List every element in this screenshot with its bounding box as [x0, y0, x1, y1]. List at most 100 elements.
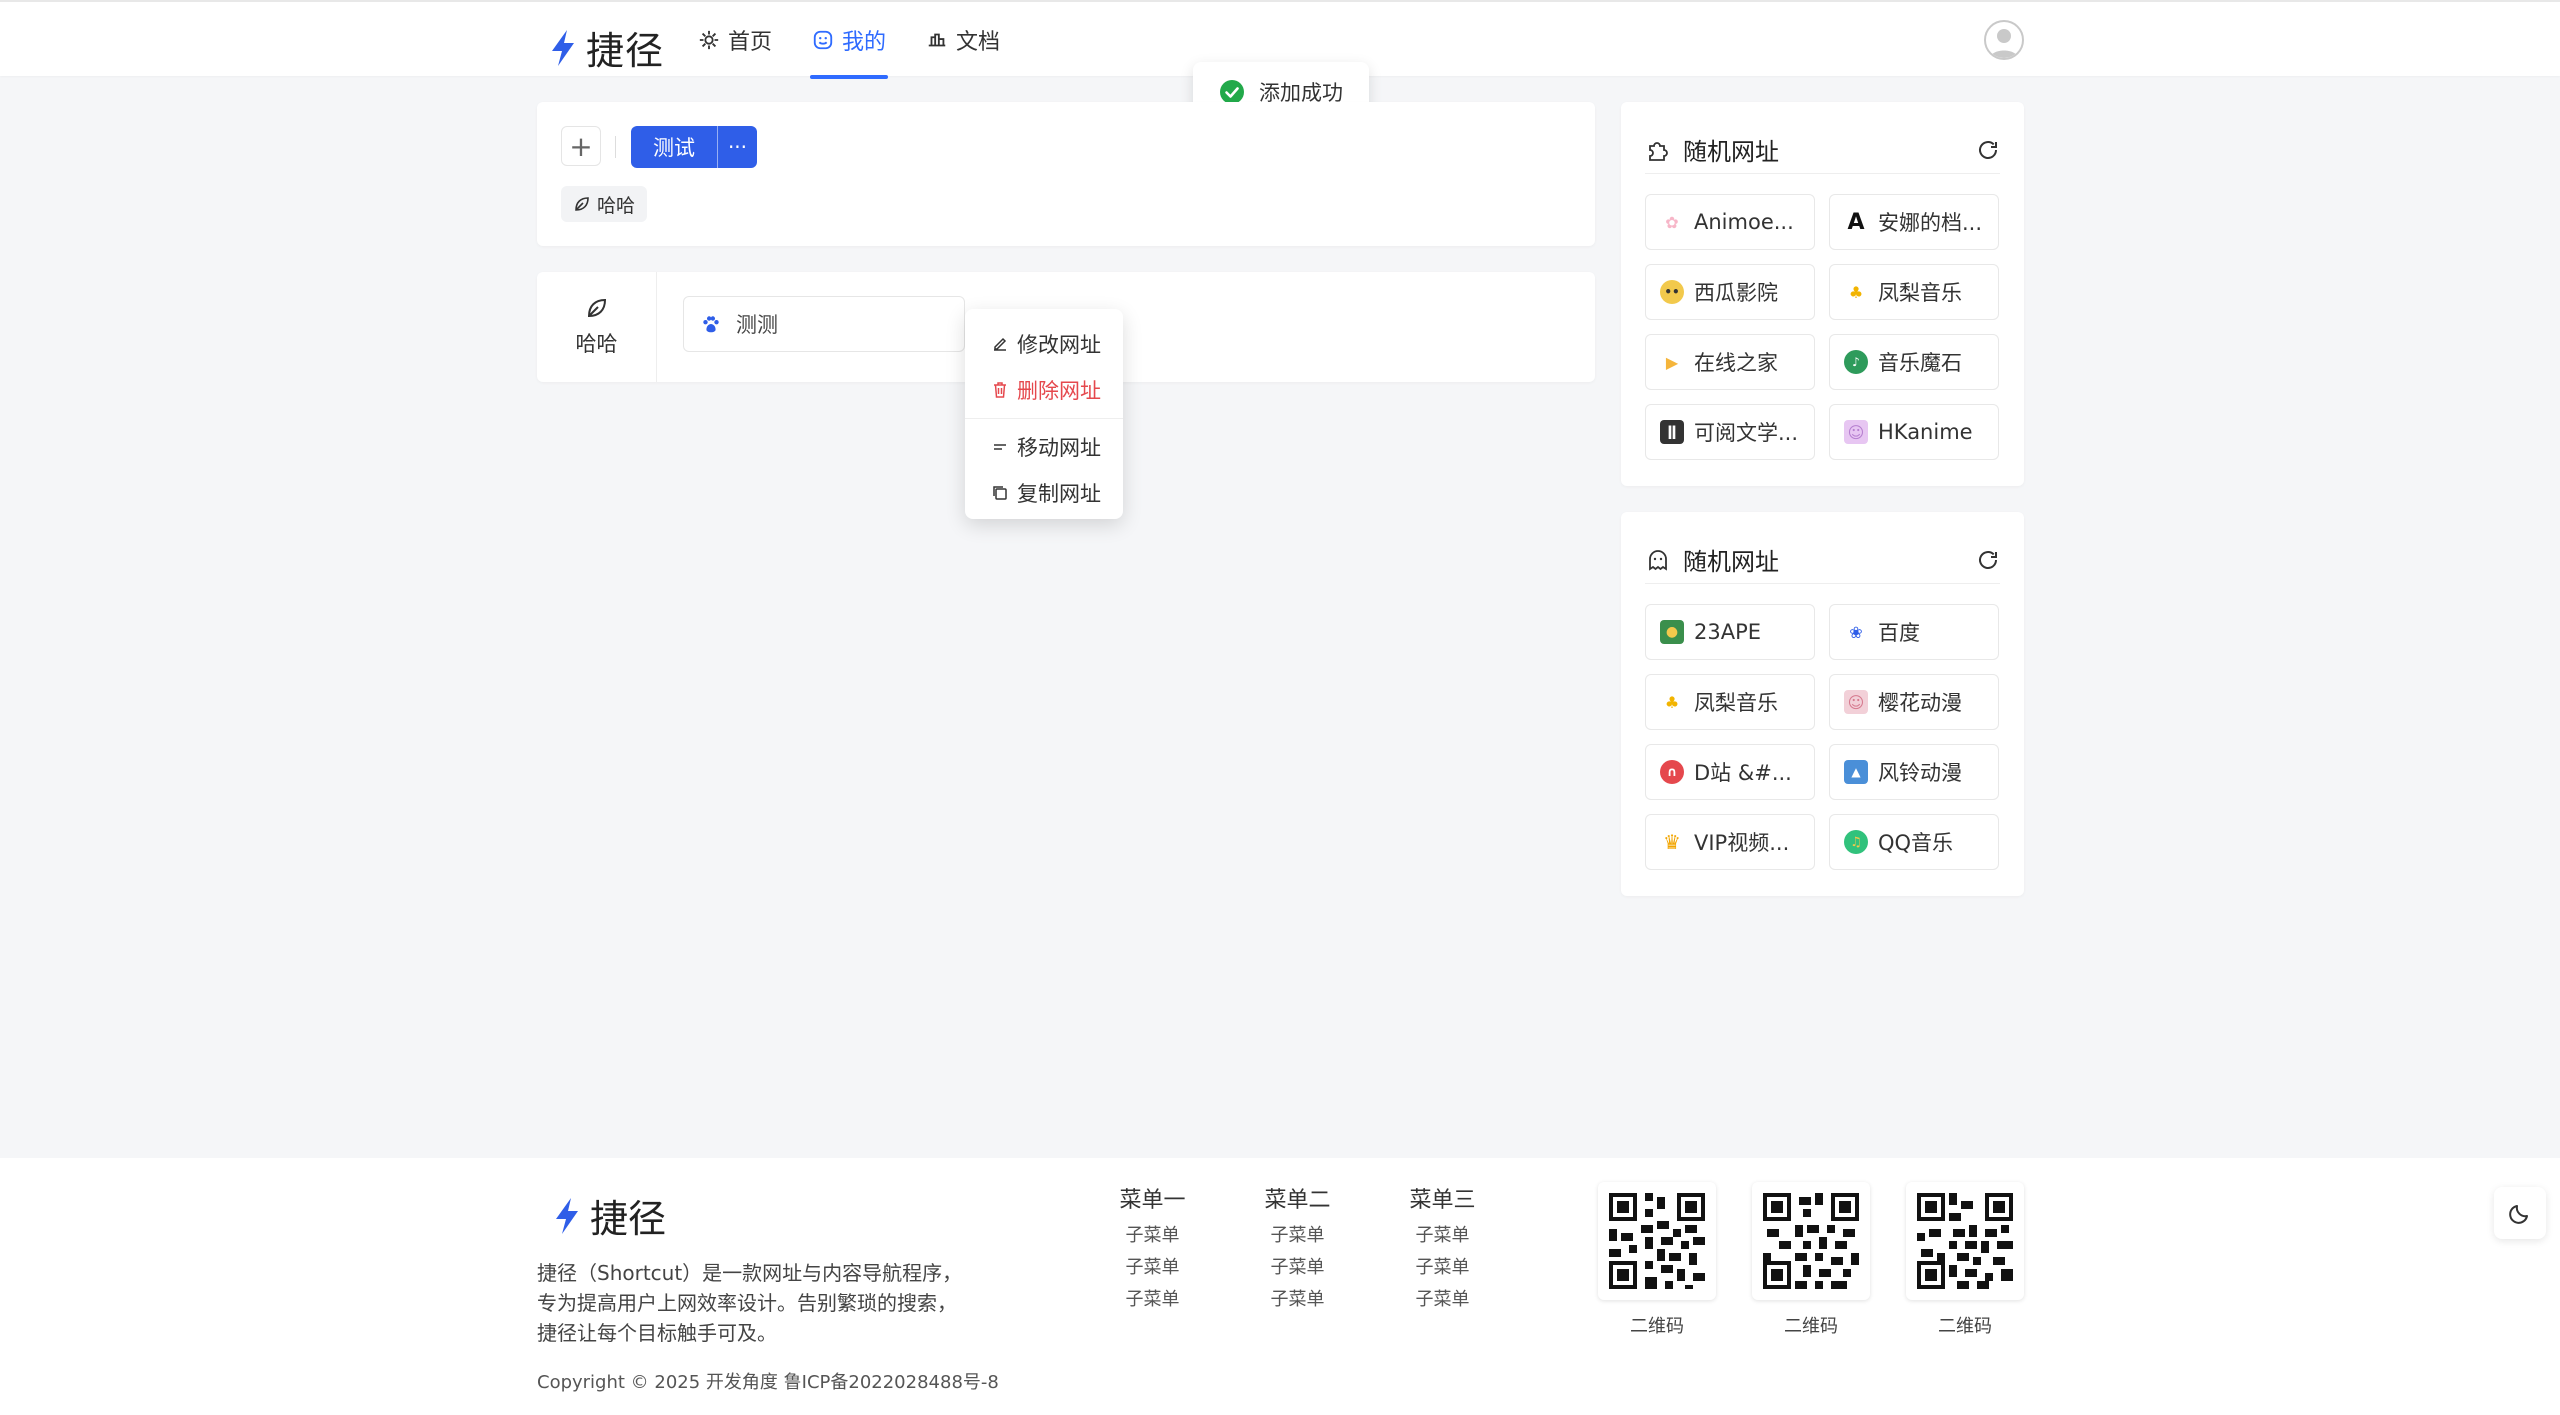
site-context-menu: 修改网址 删除网址 移动网址 复制网址	[965, 309, 1123, 519]
footer-menu-column: 菜单二 子菜单 子菜单 子菜单	[1245, 1182, 1350, 1316]
random-site-item[interactable]: ● 23APE	[1645, 604, 1815, 660]
anime-icon: ☺	[1844, 690, 1868, 714]
footer-submenu-link[interactable]: 子菜单	[1390, 1220, 1495, 1252]
lightning-icon	[556, 1197, 578, 1234]
category-tag[interactable]: 哈哈	[561, 186, 648, 222]
footer-submenu-link[interactable]: 子菜单	[1100, 1252, 1205, 1284]
random-panel-title: 随机网址	[1683, 138, 1779, 166]
pineapple-icon: ♣	[1848, 282, 1864, 302]
menu-edit-site[interactable]: 修改网址	[965, 321, 1123, 367]
random-site-label: 百度	[1878, 621, 1920, 645]
random-site-item[interactable]: A 安娜的档...	[1829, 194, 1999, 250]
menu-delete-site[interactable]: 删除网址	[965, 367, 1123, 413]
group-button: 测试 ···	[631, 126, 757, 168]
random-sites-grid: ✿ Animoe... A 安娜的档... •• 西瓜影院 ♣ 凤梨音乐 ▶ 在线之家 ♪…	[1645, 194, 2001, 460]
random-site-label: 可阅文学...	[1694, 421, 1799, 445]
pineapple-icon: ♣	[1664, 692, 1680, 712]
footer-submenu-link[interactable]: 子菜单	[1245, 1284, 1350, 1316]
random-site-label: D站 &#...	[1694, 761, 1792, 785]
random-site-label: HKanime	[1878, 420, 1973, 444]
crown-icon: ♛	[1663, 830, 1681, 854]
menu-move-label: 移动网址	[1017, 436, 1101, 460]
random-site-item[interactable]: ▲ 风铃动漫	[1829, 744, 1999, 800]
qr-code-image	[1598, 1182, 1716, 1300]
sakura-icon: ✿	[1665, 212, 1679, 232]
random-site-label: 风铃动漫	[1878, 761, 1962, 785]
random-site-item[interactable]: ♫ QQ音乐	[1829, 814, 1999, 870]
random-site-item[interactable]: ♪ 音乐魔石	[1829, 334, 1999, 390]
random-site-label: 23APE	[1694, 620, 1762, 644]
footer-menu-title[interactable]: 菜单三	[1390, 1182, 1495, 1214]
disc-icon: ♪	[1844, 350, 1868, 374]
footer-submenu-link[interactable]: 子菜单	[1390, 1252, 1495, 1284]
qr-code-icon	[1609, 1193, 1705, 1289]
random-site-item[interactable]: ∩ D站 &#...	[1645, 744, 1815, 800]
random-site-item[interactable]: ♣ 凤梨音乐	[1645, 674, 1815, 730]
random-site-label: 在线之家	[1694, 351, 1778, 375]
random-site-item[interactable]: ☺ HKanime	[1829, 404, 1999, 460]
group-more-button[interactable]: ···	[717, 126, 757, 168]
d-icon: ∩	[1660, 760, 1684, 784]
toolbar-divider	[615, 136, 616, 158]
menu-edit-label: 修改网址	[1017, 333, 1101, 357]
menu-divider	[965, 418, 1123, 419]
random-site-label: 凤梨音乐	[1694, 691, 1778, 715]
footer-submenu-link[interactable]: 子菜单	[1390, 1284, 1495, 1316]
lightning-icon	[552, 29, 574, 66]
random-site-item[interactable]: ♛ VIP视频...	[1645, 814, 1815, 870]
qq-music-icon: ♫	[1844, 830, 1868, 854]
random-panel-title: 随机网址	[1683, 548, 1779, 576]
logo[interactable]: 捷径	[548, 20, 664, 75]
gear-icon	[699, 30, 719, 50]
group-toolbar: + 测试 ··· 哈哈	[537, 102, 1595, 246]
random-site-item[interactable]: ☺ 樱花动漫	[1829, 674, 1999, 730]
site-tile[interactable]: 测测	[683, 296, 965, 352]
menu-delete-label: 删除网址	[1017, 379, 1101, 403]
footer-submenu-link[interactable]: 子菜单	[1245, 1252, 1350, 1284]
nav-docs-label: 文档	[956, 30, 1001, 55]
footer-menu-title[interactable]: 菜单二	[1245, 1182, 1350, 1214]
random-site-item[interactable]: •• 西瓜影院	[1645, 264, 1815, 320]
edit-icon	[994, 337, 1007, 351]
random-site-label: 凤梨音乐	[1878, 281, 1962, 305]
nav-docs[interactable]: 文档	[924, 2, 1002, 78]
refresh-icon[interactable]	[1976, 548, 2000, 572]
qr-code: 二维码	[1598, 1182, 1716, 1338]
menu-copy-label: 复制网址	[1017, 482, 1101, 506]
refresh-icon[interactable]	[1976, 138, 2000, 162]
site-tile-label: 测测	[736, 313, 778, 337]
footer-submenu-link[interactable]: 子菜单	[1245, 1220, 1350, 1252]
letter-a-icon: A	[1847, 209, 1865, 235]
moon-icon	[2509, 1205, 2528, 1224]
leaf-icon	[587, 298, 606, 318]
qr-code: 二维码	[1906, 1182, 2024, 1338]
category-side-label: 哈哈	[575, 332, 618, 356]
footer-menu-title[interactable]: 菜单一	[1100, 1182, 1205, 1214]
random-site-item[interactable]: ǁ 可阅文学...	[1645, 404, 1815, 460]
main-nav: 首页 我的 文档	[696, 2, 1002, 79]
nav-mine-label: 我的	[842, 30, 887, 55]
user-avatar[interactable]	[1984, 20, 2024, 60]
random-site-item[interactable]: ♣ 凤梨音乐	[1829, 264, 1999, 320]
footer-copyright: Copyright © 2025 开发角度 鲁ICP备2022028488号-8	[537, 1372, 999, 1393]
footer-qrcodes: 二维码 二维码 二维码	[1598, 1182, 2024, 1338]
random-site-label: 音乐魔石	[1878, 351, 1962, 375]
menu-copy-site[interactable]: 复制网址	[965, 470, 1123, 516]
ape-icon: ●	[1660, 620, 1684, 644]
dark-mode-toggle[interactable]	[2494, 1187, 2546, 1239]
random-site-item[interactable]: ✿ Animoe...	[1645, 194, 1815, 250]
trash-icon	[994, 382, 1006, 398]
footer-menu-column: 菜单一 子菜单 子菜单 子菜单	[1100, 1182, 1205, 1316]
footer-submenu-link[interactable]: 子菜单	[1100, 1284, 1205, 1316]
group-tab-test[interactable]: 测试	[631, 126, 717, 168]
nav-home[interactable]: 首页	[696, 2, 774, 78]
nav-mine[interactable]: 我的	[810, 2, 889, 79]
random-site-item[interactable]: ❀ 百度	[1829, 604, 1999, 660]
random-site-item[interactable]: ▶ 在线之家	[1645, 334, 1815, 390]
menu-move-site[interactable]: 移动网址	[965, 424, 1123, 470]
qr-code-image	[1906, 1182, 2024, 1300]
random-site-label: QQ音乐	[1878, 831, 1954, 855]
qr-code-icon	[1917, 1193, 2013, 1289]
footer-submenu-link[interactable]: 子菜单	[1100, 1220, 1205, 1252]
add-group-button[interactable]: +	[561, 126, 601, 166]
